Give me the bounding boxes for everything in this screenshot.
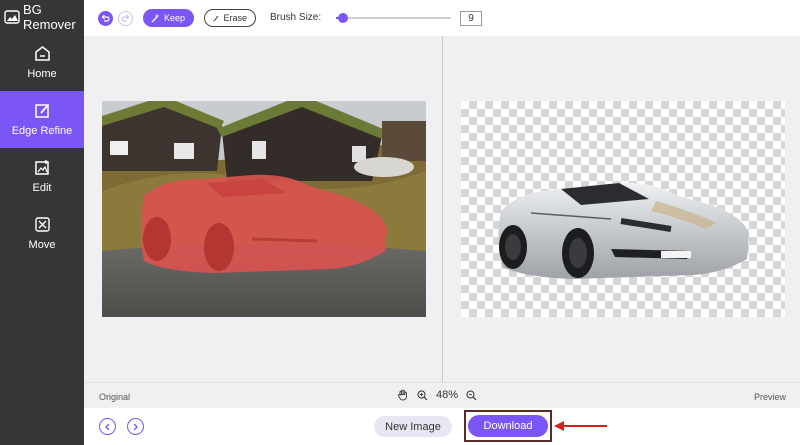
redo-icon [121,14,130,22]
brush-minus-icon [213,15,219,21]
hand-pan-icon[interactable] [397,389,409,401]
status-bar: Original 48% Preview [84,382,800,408]
previous-button[interactable] [99,418,116,435]
home-icon [34,46,50,61]
download-button[interactable]: Download [468,415,548,437]
app-title: BG Remover [23,2,76,32]
brush-size-slider[interactable] [336,13,451,23]
sidebar-item-label: Move [28,239,56,251]
erase-label: Erase [223,13,247,23]
sidebar-item-edge-refine[interactable]: Edge Refine [0,91,84,148]
next-button[interactable] [127,418,144,435]
app-logo-icon [4,10,20,24]
move-icon [34,217,50,232]
edge-refine-icon [34,104,49,118]
sidebar-item-label: Edge Refine [11,125,73,137]
brush-size-input[interactable]: 9 [460,11,482,26]
zoom-in-icon[interactable] [417,390,428,401]
undo-icon [101,14,110,22]
sidebar-item-edit[interactable]: Edit [0,148,84,205]
red-arrow-annotation-icon [554,421,607,431]
zoom-level: 48% [436,389,459,401]
original-label: Original [99,392,131,402]
undo-button[interactable] [98,11,113,26]
edit-image-icon [34,160,49,175]
footer-bar: New Image Download [84,408,800,445]
new-image-button[interactable]: New Image [374,416,452,437]
app-brand: BG Remover [0,0,84,34]
sidebar-item-move[interactable]: Move [0,205,84,262]
sidebar: BG Remover Home Edge Refine Edit Move [0,0,84,445]
slider-knob[interactable] [338,13,348,23]
brush-plus-icon [151,14,159,22]
erase-button[interactable]: Erase [204,9,256,27]
toolbar: Keep Erase Brush Size: 9 [84,0,800,36]
chevron-right-icon [133,423,138,430]
original-image[interactable] [102,101,426,317]
canvas-area [84,36,800,382]
sidebar-item-label: Edit [32,182,52,194]
sidebar-item-label: Home [27,68,57,80]
preview-label: Preview [753,392,786,402]
zoom-controls: 48% [397,389,477,401]
redo-button[interactable] [118,11,133,26]
sidebar-item-home[interactable]: Home [0,34,84,91]
brush-size-label: Brush Size: [270,12,322,23]
zoom-out-icon[interactable] [466,390,477,401]
keep-button[interactable]: Keep [143,9,194,27]
keep-label: Keep [164,13,186,23]
canvas-divider [442,36,443,382]
chevron-left-icon [105,423,110,430]
preview-image[interactable] [461,101,785,317]
